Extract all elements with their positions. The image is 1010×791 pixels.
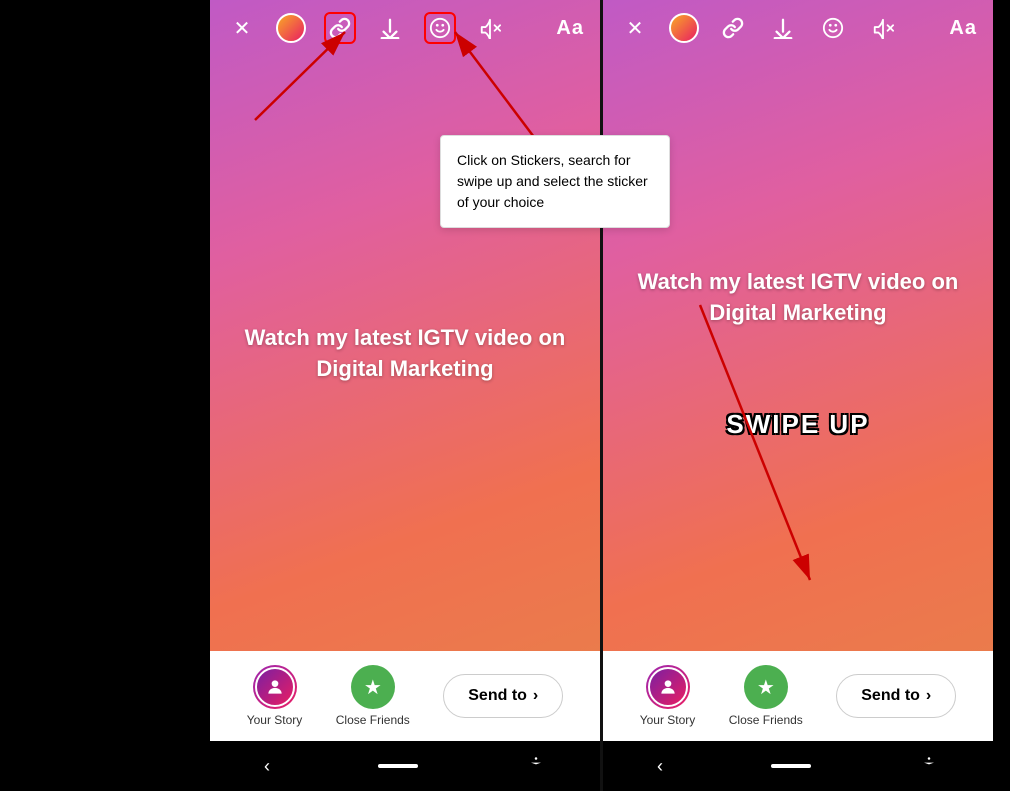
nav-home-right[interactable] <box>771 764 811 768</box>
close-friends-option-left[interactable]: ★ Close Friends <box>336 665 410 727</box>
your-story-label-right: Your Story <box>640 713 696 727</box>
nav-home-left[interactable] <box>378 764 418 768</box>
your-story-avatar-right <box>646 665 690 709</box>
swipe-up-sticker: SWIPE UP <box>726 409 869 440</box>
download-icon-right[interactable] <box>767 12 799 44</box>
your-story-label-left: Your Story <box>247 713 303 727</box>
nav-accessibility-left[interactable] <box>526 756 546 776</box>
nav-accessibility-right[interactable] <box>919 756 939 776</box>
home-indicator-left <box>378 764 418 768</box>
your-story-option-left[interactable]: Your Story <box>247 665 303 727</box>
mute-icon-left[interactable] <box>474 12 506 44</box>
tooltip-text: Click on Stickers, search for swipe up a… <box>457 152 648 210</box>
sticker-icon-left[interactable] <box>424 12 456 44</box>
left-toolbar: ✕ <box>210 0 600 56</box>
sticker-icon-right[interactable] <box>817 12 849 44</box>
download-icon-left[interactable] <box>374 12 406 44</box>
right-bottom-bar: Your Story ★ Close Friends Send to › <box>603 651 993 741</box>
nav-back-right[interactable]: ‹ <box>657 756 663 777</box>
right-story-text: Watch my latest IGTV video on Digital Ma… <box>623 267 973 329</box>
close-friends-label-right: Close Friends <box>729 713 803 727</box>
right-toolbar: ✕ <box>603 0 993 56</box>
right-phone: ✕ <box>603 0 993 791</box>
avatar-right[interactable] <box>669 13 699 43</box>
your-story-option-right[interactable]: Your Story <box>640 665 696 727</box>
left-black-area <box>0 0 210 791</box>
right-toolbar-icons: ✕ <box>619 12 899 44</box>
left-bottom-bar: Your Story ★ Close Friends Send to › <box>210 651 600 741</box>
close-friends-label-left: Close Friends <box>336 713 410 727</box>
close-button-left[interactable]: ✕ <box>226 12 258 44</box>
font-button-right[interactable]: Aa <box>949 17 977 40</box>
send-to-button-left[interactable]: Send to › <box>443 674 563 718</box>
close-friends-avatar-left: ★ <box>351 665 395 709</box>
close-button-right[interactable]: ✕ <box>619 12 651 44</box>
nav-back-left[interactable]: ‹ <box>264 756 270 777</box>
mute-icon-right[interactable] <box>867 12 899 44</box>
link-icon-right[interactable] <box>717 12 749 44</box>
left-story-text: Watch my latest IGTV video on Digital Ma… <box>230 323 580 385</box>
avatar-left[interactable] <box>276 13 306 43</box>
left-nav-bar: ‹ <box>210 741 600 791</box>
right-nav-bar: ‹ <box>603 741 993 791</box>
swipe-up-text: SWIPE UP <box>726 409 869 440</box>
close-friends-option-right[interactable]: ★ Close Friends <box>729 665 803 727</box>
send-to-button-right[interactable]: Send to › <box>836 674 956 718</box>
left-phone: ✕ <box>210 0 600 791</box>
tooltip-box: Click on Stickers, search for swipe up a… <box>440 135 670 228</box>
font-button-left[interactable]: Aa <box>556 17 584 40</box>
link-icon-left[interactable] <box>324 12 356 44</box>
home-indicator-right <box>771 764 811 768</box>
close-friends-avatar-right: ★ <box>744 665 788 709</box>
left-toolbar-icons: ✕ <box>226 12 506 44</box>
your-story-avatar-left <box>253 665 297 709</box>
